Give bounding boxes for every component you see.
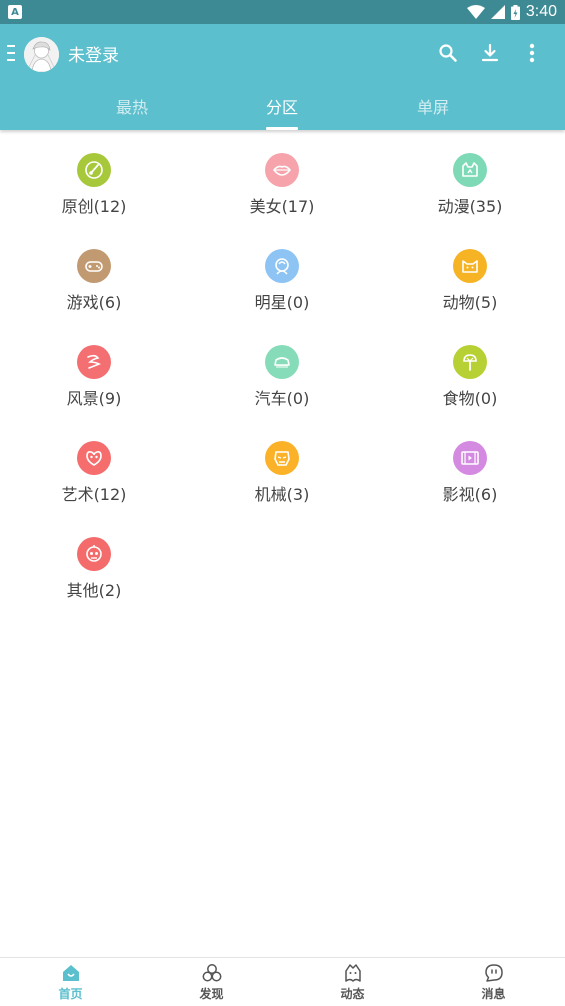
category-original[interactable]: 原创(12) <box>0 130 188 226</box>
category-mech[interactable]: 机械(3) <box>188 418 376 514</box>
category-car[interactable]: 汽车(0) <box>188 322 376 418</box>
category-label: 游戏(6) <box>66 293 122 312</box>
home-icon <box>63 965 79 981</box>
category-other[interactable]: 其他(2) <box>0 514 188 610</box>
car-icon <box>265 345 299 379</box>
wifi-icon <box>466 5 485 19</box>
category-label: 动漫(35) <box>437 197 503 216</box>
discover-icon <box>202 964 222 982</box>
download-icon[interactable] <box>477 40 503 66</box>
robot-helmet-icon <box>265 441 299 475</box>
tab-single-screen[interactable]: 单屏 <box>383 94 483 118</box>
nav-feed[interactable]: 动态 <box>282 958 423 1006</box>
category-label: 影视(6) <box>442 485 498 504</box>
category-anime[interactable]: 动漫(35) <box>376 130 564 226</box>
category-game[interactable]: 游戏(6) <box>0 226 188 322</box>
other-robot-icon <box>77 537 111 571</box>
category-label: 动物(5) <box>442 293 498 312</box>
more-vertical-icon[interactable] <box>519 40 545 66</box>
nav-home-label: 首页 <box>58 987 83 1001</box>
menu-icon[interactable] <box>7 45 15 61</box>
anime-cat-icon <box>453 153 487 187</box>
nav-messages-label: 消息 <box>481 987 506 1001</box>
category-label: 美女(17) <box>249 197 315 216</box>
category-label: 其他(2) <box>66 581 122 600</box>
category-label: 艺术(12) <box>61 485 127 504</box>
app-notification-icon: A <box>8 5 22 19</box>
ghost-icon <box>345 964 361 982</box>
status-bar: A 3:40 <box>0 0 565 24</box>
category-label: 风景(9) <box>66 389 122 408</box>
category-label: 原创(12) <box>61 197 127 216</box>
toolbar: 未登录 <box>0 24 565 82</box>
cat-icon <box>453 249 487 283</box>
category-art[interactable]: 艺术(12) <box>0 418 188 514</box>
dragon-icon <box>77 345 111 379</box>
app-bar: 未登录 最热 分区 单屏 <box>0 24 565 130</box>
category-animal[interactable]: 动物(5) <box>376 226 564 322</box>
nav-discover[interactable]: 发现 <box>141 958 282 1006</box>
tab-bar: 最热 分区 单屏 <box>0 82 565 130</box>
lips-icon <box>265 153 299 187</box>
bottom-nav: 首页 发现 动态 消息 <box>0 957 565 1005</box>
nav-discover-label: 发现 <box>199 987 224 1001</box>
nav-home[interactable]: 首页 <box>0 958 141 1006</box>
battery-icon <box>510 4 520 20</box>
nav-feed-label: 动态 <box>340 987 365 1001</box>
star-face-icon <box>265 249 299 283</box>
category-beauty[interactable]: 美女(17) <box>188 130 376 226</box>
signal-icon <box>490 5 505 19</box>
avatar[interactable] <box>24 37 59 72</box>
category-label: 汽车(0) <box>254 389 310 408</box>
message-icon <box>485 964 503 982</box>
category-label: 食物(0) <box>442 389 498 408</box>
category-celebrity[interactable]: 明星(0) <box>188 226 376 322</box>
user-name[interactable]: 未登录 <box>68 41 119 66</box>
category-label: 明星(0) <box>254 293 310 312</box>
category-film[interactable]: 影视(6) <box>376 418 564 514</box>
gamepad-icon <box>77 249 111 283</box>
film-icon <box>453 441 487 475</box>
category-label: 机械(3) <box>254 485 310 504</box>
nav-messages[interactable]: 消息 <box>423 958 564 1006</box>
ice-cream-icon <box>453 345 487 379</box>
art-mask-icon <box>77 441 111 475</box>
brush-icon <box>77 153 111 187</box>
status-time: 3:40 <box>525 3 557 20</box>
search-icon[interactable] <box>435 40 461 66</box>
category-food[interactable]: 食物(0) <box>376 322 564 418</box>
tab-hot[interactable]: 最热 <box>82 94 182 118</box>
category-scenery[interactable]: 风景(9) <box>0 322 188 418</box>
tab-category[interactable]: 分区 <box>232 94 332 118</box>
